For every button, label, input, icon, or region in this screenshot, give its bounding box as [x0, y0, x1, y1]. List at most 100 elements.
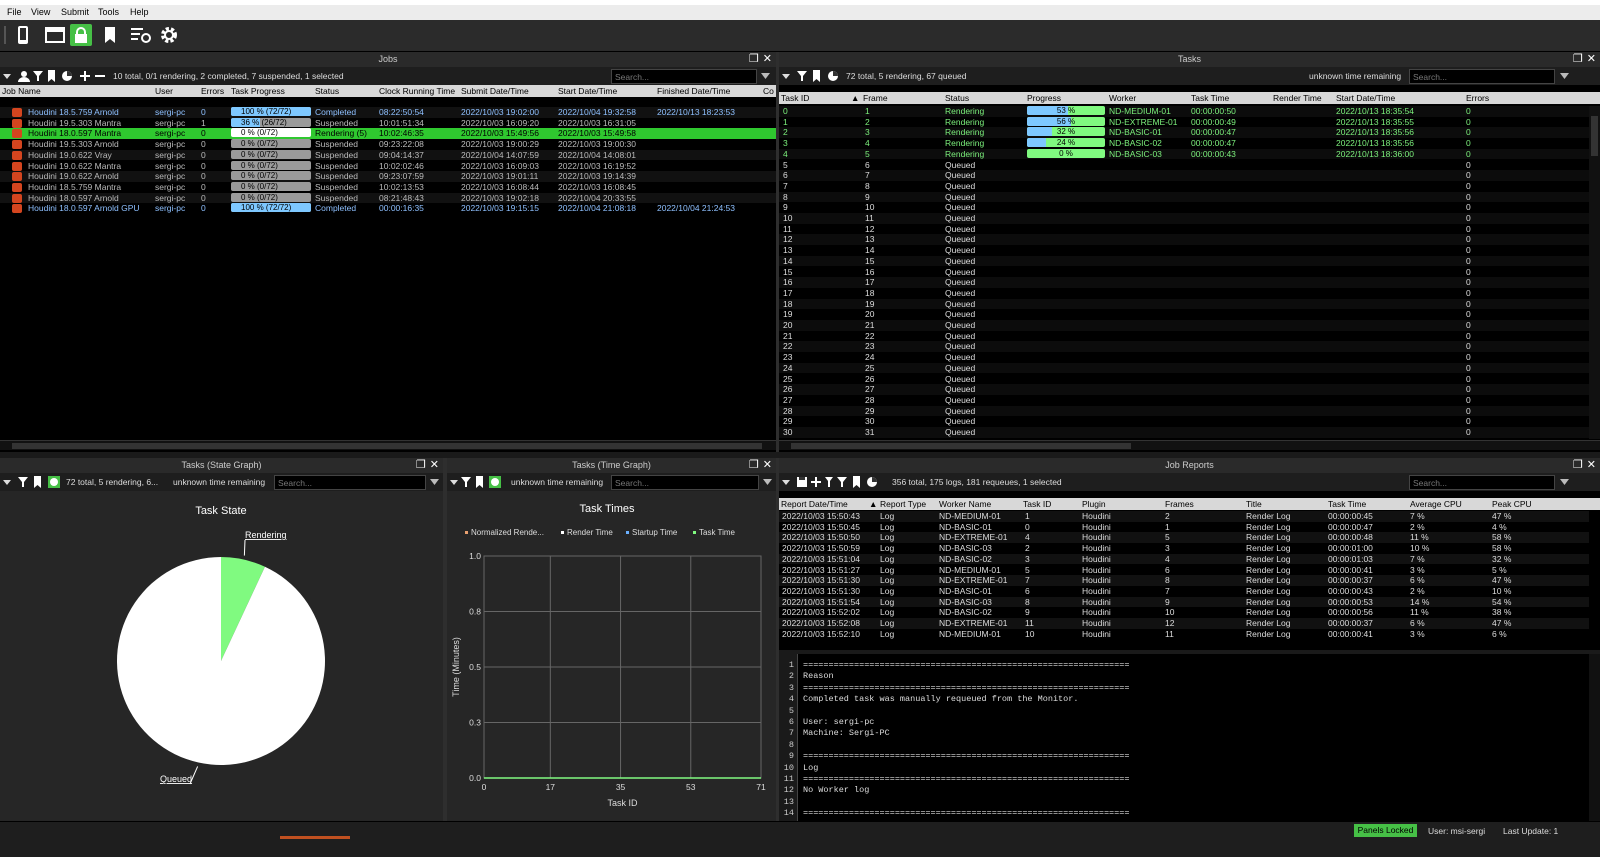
task-row[interactable]: 10 11 Queued 0	[779, 213, 1589, 224]
job-row[interactable]: Houdini 18.5.759 Mantra sergi-pc 0 0 % (0/7…	[0, 181, 776, 193]
job-row[interactable]: Houdini 18.5.759 Arnold sergi-pc 0 100 % (7…	[0, 107, 776, 118]
report-row[interactable]: 2022/10/03 15:50:50 Log ND-EXTREME-01 4 Houd…	[779, 532, 1589, 544]
tasks-search-input[interactable]: Search...	[1409, 69, 1555, 84]
task-row[interactable]: 19 20 Queued 0	[779, 309, 1589, 320]
tasks-horizontal-scrollbar[interactable]	[779, 440, 1600, 450]
task-row[interactable]: 11 12 Queued 0	[779, 223, 1589, 235]
log-viewer[interactable]: 1 =======================================…	[779, 654, 1589, 821]
close-icon[interactable]: ✕	[1587, 459, 1596, 471]
col-report-date[interactable]: Report Date/Time	[781, 499, 848, 509]
task-row[interactable]: 6 7 Queued 0	[779, 170, 1589, 181]
pie-slice-queued[interactable]	[116, 557, 326, 765]
task-row[interactable]: 0 1 Rendering 53 % ND-MEDIUM-01 00:00:00:50 20…	[779, 106, 1589, 117]
report-row[interactable]: 2022/10/03 15:51:04 Log ND-BASIC-02 3 Houdin…	[779, 553, 1589, 565]
task-row[interactable]: 9 10 Queued 0	[779, 202, 1589, 213]
report-row[interactable]: 2022/10/03 15:51:54 Log ND-BASIC-03 8 Houdin…	[779, 596, 1589, 608]
report-row[interactable]: 2022/10/03 15:52:08 Log ND-EXTREME-01 11 Hou…	[779, 618, 1589, 629]
chevron-down-icon[interactable]	[1560, 73, 1569, 79]
col-worker-name[interactable]: Worker Name	[939, 499, 991, 509]
bookmark-icon[interactable]	[99, 24, 121, 46]
task-row[interactable]: 23 24 Queued 0	[779, 352, 1589, 363]
col-status[interactable]: Status	[945, 93, 969, 103]
task-row[interactable]: 7 8 Queued 0	[779, 180, 1589, 192]
menu-tools[interactable]: Tools	[98, 7, 119, 17]
task-row[interactable]: 3 4 Rendering 24 % ND-BASIC-02 00:00:00:47 202…	[779, 138, 1589, 149]
report-row[interactable]: 2022/10/03 15:50:59 Log ND-BASIC-03 2 Houdin…	[779, 543, 1589, 554]
col-title[interactable]: Title	[1246, 499, 1262, 509]
job-reports-toolbar-icons[interactable]	[781, 476, 891, 488]
chevron-down-icon[interactable]	[1560, 479, 1569, 485]
task-row[interactable]: 28 29 Queued 0	[779, 405, 1589, 417]
col-render-time[interactable]: Render Time	[1273, 93, 1322, 103]
report-row[interactable]: 2022/10/03 15:51:30 Log ND-EXTREME-01 7 Houd…	[779, 575, 1589, 586]
task-row[interactable]: 29 30 Queued 0	[779, 416, 1589, 427]
col-start[interactable]: Start Date/Time	[1336, 93, 1395, 103]
vertical-splitter[interactable]	[776, 52, 779, 452]
col-plugin[interactable]: Plugin	[1082, 499, 1106, 509]
legend-item[interactable]: Task Time	[699, 528, 736, 537]
report-row[interactable]: 2022/10/03 15:50:45 Log ND-BASIC-01 0 Houdin…	[779, 521, 1589, 533]
tasks-vertical-scrollbar[interactable]	[1589, 106, 1600, 439]
time-graph-search-input[interactable]: Search...	[611, 475, 759, 490]
legend-item[interactable]: Normalized Rende...	[471, 528, 544, 537]
task-row[interactable]: 18 19 Queued 0	[779, 298, 1589, 310]
panels-locked-badge[interactable]: Panels Locked	[1354, 824, 1417, 837]
jobs-toolbar-icons[interactable]	[2, 70, 112, 82]
job-row[interactable]: Houdini 19.0.622 Vray sergi-pc 0 0 % (0/72)…	[0, 149, 776, 161]
col-task-id[interactable]: Task ID	[1023, 499, 1051, 509]
col-task-id[interactable]: Task ID	[781, 93, 809, 103]
task-row[interactable]: 8 9 Queued 0	[779, 191, 1589, 203]
col-status[interactable]: Status	[315, 86, 339, 96]
legend-item[interactable]: Startup Time	[632, 528, 678, 537]
col-errors[interactable]: Errors	[201, 86, 224, 96]
col-task-time[interactable]: Task Time	[1191, 93, 1229, 103]
task-row[interactable]: 30 31 Queued 0	[779, 427, 1589, 438]
close-icon[interactable]: ✕	[430, 459, 439, 471]
menu-submit[interactable]: Submit	[61, 7, 89, 17]
log-vertical-scrollbar[interactable]	[1589, 654, 1600, 821]
col-frames[interactable]: Frames	[1165, 499, 1194, 509]
menu-help[interactable]: Help	[130, 7, 149, 17]
float-icon[interactable]: ❐	[1573, 459, 1583, 471]
jobs-search-input[interactable]: Search...	[611, 69, 757, 84]
col-progress[interactable]: Progress	[1027, 93, 1061, 103]
job-reports-search-input[interactable]: Search...	[1409, 475, 1555, 490]
col-task-time[interactable]: Task Time	[1328, 499, 1366, 509]
chevron-down-icon[interactable]	[761, 73, 770, 79]
task-row[interactable]: 27 28 Queued 0	[779, 394, 1589, 406]
jobs-horizontal-scrollbar[interactable]	[0, 440, 776, 450]
task-row[interactable]: 5 6 Queued 0	[779, 159, 1589, 171]
col-worker[interactable]: Worker	[1109, 93, 1136, 103]
col-report-type[interactable]: Report Type	[880, 499, 926, 509]
float-icon[interactable]: ❐	[1573, 53, 1583, 65]
col-co[interactable]: Co	[763, 86, 774, 96]
report-row[interactable]: 2022/10/03 15:51:27 Log ND-MEDIUM-01 5 Houdi…	[779, 564, 1589, 576]
chevron-down-icon[interactable]	[763, 479, 772, 485]
col-task-progress[interactable]: Task Progress	[231, 86, 285, 96]
legend-item[interactable]: Render Time	[567, 528, 613, 537]
col-errors[interactable]: Errors	[1466, 93, 1489, 103]
state-graph-toolbar-icons[interactable]	[2, 476, 64, 488]
task-row[interactable]: 22 23 Queued 0	[779, 341, 1589, 353]
task-row[interactable]: 12 13 Queued 0	[779, 234, 1589, 246]
job-row[interactable]: Houdini 19.5.303 Arnold sergi-pc 0 0 % (0/7…	[0, 139, 776, 150]
task-row[interactable]: 14 15 Queued 0	[779, 255, 1589, 267]
col-clock[interactable]: Clock Running Time	[379, 86, 455, 96]
report-row[interactable]: 2022/10/03 15:50:43 Log ND-MEDIUM-01 1 Houdi…	[779, 511, 1589, 522]
task-row[interactable]: 4 5 Rendering 0 % ND-BASIC-03 00:00:00:43 2022…	[779, 148, 1589, 160]
task-row[interactable]: 25 26 Queued 0	[779, 373, 1589, 385]
task-row[interactable]: 2 3 Rendering 32 % ND-BASIC-01 00:00:00:47 202…	[779, 127, 1589, 139]
task-row[interactable]: 17 18 Queued 0	[779, 287, 1589, 299]
float-icon[interactable]: ❐	[416, 459, 426, 471]
col-user[interactable]: User	[155, 86, 173, 96]
vertical-splitter[interactable]	[443, 458, 447, 821]
float-icon[interactable]: ❐	[749, 53, 759, 65]
chevron-down-icon[interactable]	[430, 479, 439, 485]
task-row[interactable]: 26 27 Queued 0	[779, 384, 1589, 395]
task-row[interactable]: 24 25 Queued 0	[779, 362, 1589, 374]
task-row[interactable]: 1 2 Rendering 56 % ND-EXTREME-01 00:00:00:49 2…	[779, 116, 1589, 128]
phone-icon[interactable]	[12, 24, 34, 46]
task-row[interactable]: 20 21 Queued 0	[779, 320, 1589, 331]
close-icon[interactable]: ✕	[1587, 53, 1596, 65]
task-row[interactable]: 15 16 Queued 0	[779, 266, 1589, 278]
